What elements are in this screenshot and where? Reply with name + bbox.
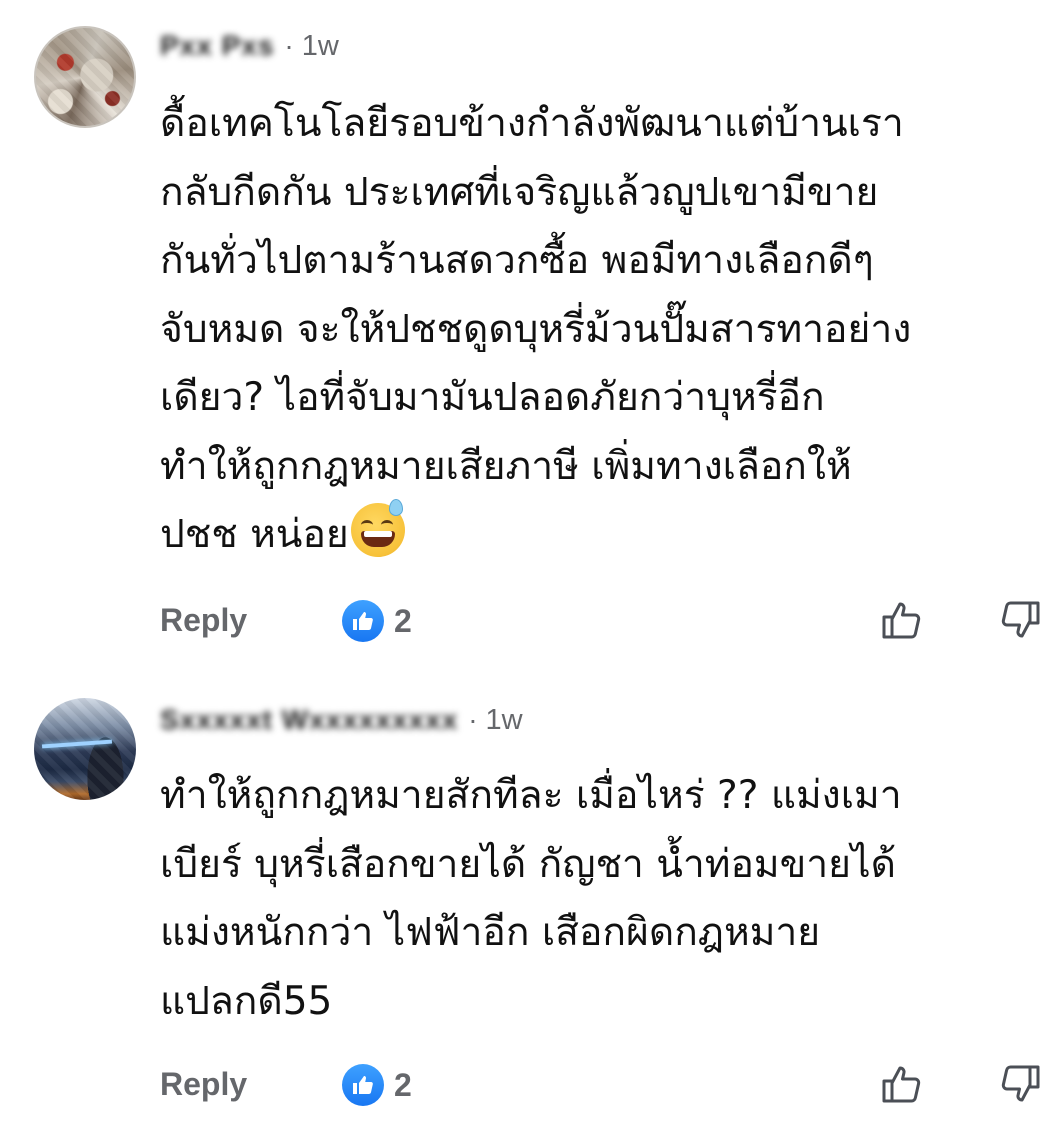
- comment-text: ดื้อเทคโนโลยีรอบข้างกำลังพัฒนาแต่บ้านเรา…: [160, 90, 1050, 570]
- comment-line: กลับกีดกัน ประเทศที่เจริญแล้วญูปเขามีขาย: [160, 169, 879, 215]
- avatar[interactable]: [34, 26, 136, 128]
- comment-line: เบียร์ บุหรี่เสือกขายได้ กัญชา น้ำท่อมขา…: [160, 841, 896, 887]
- comment-line: เดียว? ไอที่จับมามันปลอดภัยกว่าบุหรี่อีก: [160, 375, 825, 420]
- comment-line: ทำให้ถูกกฎหมายเสียภาษี เพิ่มทางเลือกให้: [160, 443, 852, 489]
- thumbs-up-button[interactable]: [878, 596, 926, 644]
- thumbs-down-outline-icon: [1001, 601, 1040, 638]
- comment-actions: Reply 2: [0, 596, 1054, 646]
- comment-line: จับหมด จะให้ปชชดูดบุหรี่ม้วนปั๊มสารทาอย่…: [160, 306, 912, 352]
- comment-line: แปลกดี55: [160, 978, 333, 1024]
- thumbs-down-button[interactable]: [996, 596, 1044, 644]
- comment-line: ดื้อเทคโนโลยีรอบข้างกำลังพัฒนาแต่บ้านเรา: [160, 101, 904, 146]
- reply-button[interactable]: Reply: [160, 602, 247, 639]
- author-name[interactable]: Sxxxxxt Wxxxxxxxxx: [160, 700, 458, 740]
- like-count: 2: [394, 1066, 412, 1103]
- reaction-summary[interactable]: 2: [342, 1064, 412, 1106]
- comment-text: ทำให้ถูกกฎหมายสักทีละ เมื่อไหร่ ?? แม่งเ…: [160, 762, 1050, 1036]
- like-badge-icon: [342, 1064, 384, 1106]
- timestamp[interactable]: 1w: [486, 704, 523, 737]
- thumbs-up-button[interactable]: [878, 1060, 926, 1108]
- comment-line: ทำให้ถูกกฎหมายสักทีละ เมื่อไหร่ ?? แม่งเ…: [160, 773, 902, 818]
- like-count: 2: [394, 602, 412, 639]
- thumbs-down-button[interactable]: [996, 1060, 1044, 1108]
- thumbs-up-outline-icon: [882, 602, 921, 639]
- grinning-face-with-sweat-icon: [350, 499, 405, 557]
- reply-button[interactable]: Reply: [160, 1066, 247, 1103]
- comment-header: Sxxxxxt Wxxxxxxxxx · 1w: [160, 700, 523, 740]
- comment-actions: Reply 2: [0, 1060, 1054, 1110]
- like-badge-icon: [342, 600, 384, 642]
- thumbs-down-outline-icon: [1001, 1065, 1040, 1102]
- avatar[interactable]: [34, 698, 136, 800]
- comment-line-text: ปชช หน่อย: [160, 512, 349, 557]
- reaction-summary[interactable]: 2: [342, 600, 412, 642]
- comment-line: กันทั่วไปตามร้านสดวกซื้อ พอมีทางเลือกดีๆ: [160, 238, 874, 283]
- author-name[interactable]: Pxx Pxs: [160, 26, 274, 66]
- separator-dot: ·: [284, 30, 294, 61]
- comment-line-last: ปชช หน่อย: [160, 499, 1050, 570]
- separator-dot: ·: [468, 704, 478, 735]
- timestamp[interactable]: 1w: [302, 30, 339, 63]
- comment-line: แม่งหนักกว่า ไฟฟ้าอีก เสือกผิดกฎหมาย: [160, 910, 821, 955]
- comment-2: Sxxxxxt Wxxxxxxxxx · 1w ทำให้ถูกกฎหมายสั…: [0, 680, 1054, 1126]
- thumbs-up-outline-icon: [882, 1066, 921, 1103]
- comment-header: Pxx Pxs · 1w: [160, 26, 339, 66]
- comment-1: Pxx Pxs · 1w ดื้อเทคโนโลยีรอบข้างกำลังพั…: [0, 0, 1054, 660]
